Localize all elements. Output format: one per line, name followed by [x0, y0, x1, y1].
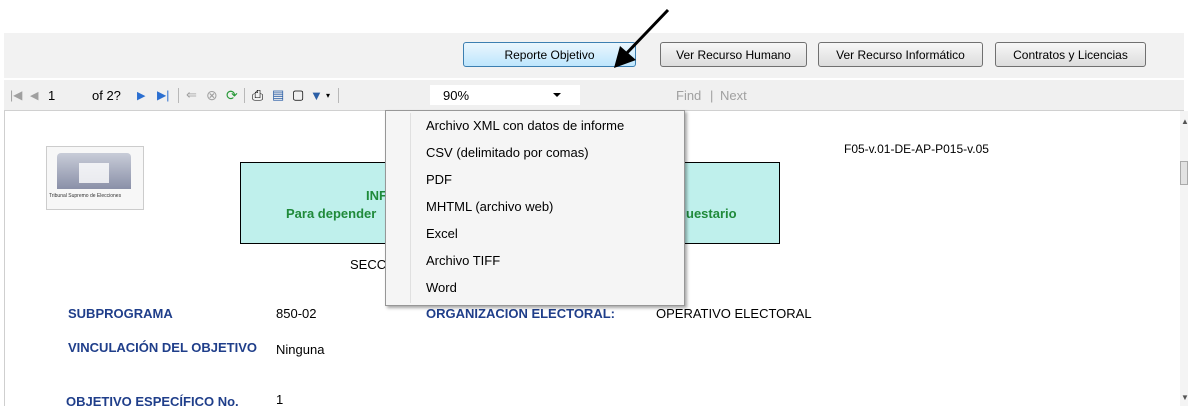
scroll-thumb[interactable]	[1180, 161, 1188, 185]
form-code: F05-v.01-DE-AP-P015-v.05	[844, 142, 989, 156]
page-number-input[interactable]: 1	[48, 86, 78, 104]
ver-recurso-humano-button[interactable]: Ver Recurso Humano	[660, 42, 807, 67]
refresh-icon[interactable]: ⟳	[226, 86, 238, 104]
contratos-licencias-button[interactable]: Contratos y Licencias	[995, 42, 1146, 67]
export-dropdown-chevron-icon[interactable]: ▾	[326, 86, 330, 104]
tse-logo: Tribunal Supremo de Elecciones	[46, 146, 144, 210]
menu-item-tiff[interactable]: Archivo TIFF	[426, 249, 500, 271]
toolbar-divider	[178, 88, 179, 103]
print-layout-icon[interactable]: ▤	[272, 86, 284, 104]
report-title-line2-end: uestario	[686, 206, 737, 221]
scroll-up-icon[interactable]: ▲	[1181, 117, 1188, 126]
page-count-label: of 2?	[92, 87, 121, 103]
stop-icon[interactable]: ⊗	[206, 86, 218, 104]
menu-item-excel[interactable]: Excel	[426, 222, 458, 244]
last-page-icon[interactable]: ▶|	[157, 86, 169, 104]
find-separator: |	[710, 87, 714, 103]
ver-recurso-informatico-button[interactable]: Ver Recurso Informático	[818, 42, 983, 67]
print-icon[interactable]: ⎙	[252, 86, 263, 104]
organizacion-label: ORGANIZACION ELECTORAL:	[426, 306, 615, 321]
menu-icon-gutter	[410, 113, 411, 303]
zoom-select[interactable]: 90%	[430, 85, 580, 105]
annotation-arrow-icon	[614, 8, 670, 68]
report-title-line1: INF	[366, 188, 387, 203]
zoom-value: 90%	[443, 87, 470, 103]
report-viewer-toolbar: |◀ ◀ 1 of 2? ▶ ▶| ⇐ ⊗ ⟳ ⎙ ▤ ▢ ▼ ▾ 90% Fi…	[4, 80, 1184, 111]
menu-item-mhtml[interactable]: MHTML (archivo web)	[426, 195, 553, 217]
back-icon[interactable]: ⇐	[186, 86, 197, 104]
section-heading: SECC	[350, 257, 387, 272]
next-link[interactable]: Next	[720, 86, 747, 104]
export-icon[interactable]: ▼	[310, 86, 323, 104]
menu-item-word[interactable]: Word	[426, 276, 457, 298]
objetivo-especifico-label: OBJETIVO ESPECÍFICO No.	[66, 394, 239, 409]
vertical-scrollbar[interactable]: ▲ ▼	[1180, 111, 1188, 406]
organizacion-value: OPERATIVO ELECTORAL	[656, 306, 812, 321]
vinculacion-label: VINCULACIÓN DEL OBJETIVO	[68, 340, 258, 355]
report-title-line2: Para depender	[286, 206, 377, 221]
scroll-down-icon[interactable]: ▼	[1181, 393, 1188, 402]
subprograma-label: SUBPROGRAMA	[68, 306, 173, 321]
export-format-menu: Archivo XML con datos de informe CSV (de…	[385, 110, 685, 306]
logo-caption: Tribunal Supremo de Elecciones	[49, 193, 122, 199]
previous-page-icon[interactable]: ◀	[30, 86, 38, 104]
toolbar-divider	[244, 88, 245, 103]
tse-emblem-icon	[57, 153, 131, 189]
menu-item-pdf[interactable]: PDF	[426, 168, 452, 190]
report-action-bar: Reporte Objetivo Ver Recurso Humano Ver …	[0, 0, 1188, 78]
menu-item-xml[interactable]: Archivo XML con datos de informe	[426, 114, 624, 136]
page-setup-icon[interactable]: ▢	[292, 86, 304, 104]
find-link[interactable]: Find	[676, 86, 701, 104]
toolbar-divider	[338, 88, 339, 103]
next-page-icon[interactable]: ▶	[137, 86, 145, 104]
subprograma-value: 850-02	[276, 306, 317, 321]
chevron-down-icon	[553, 93, 561, 97]
first-page-icon[interactable]: |◀	[10, 86, 22, 104]
menu-item-csv[interactable]: CSV (delimitado por comas)	[426, 141, 589, 163]
objetivo-especifico-value: 1	[276, 392, 284, 407]
vinculacion-value: Ninguna	[276, 342, 325, 357]
